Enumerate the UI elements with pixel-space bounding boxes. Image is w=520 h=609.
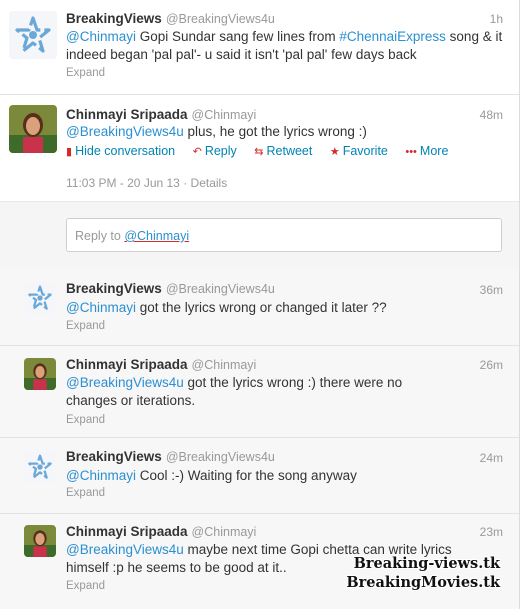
author-handle[interactable]: @Chinmayi: [192, 108, 257, 122]
mention-link[interactable]: @BreakingViews4u: [66, 124, 184, 139]
tweet-author[interactable]: BreakingViews @BreakingViews4u: [66, 449, 275, 464]
tweet-time[interactable]: 24m: [480, 451, 503, 465]
author-name[interactable]: BreakingViews: [66, 11, 162, 26]
mention-link[interactable]: @BreakingViews4u: [66, 542, 184, 557]
tweet-actions: ▮ Hide conversation ↶ Reply ⇆ Retweet ★ Favo…: [66, 144, 462, 158]
retweet-button[interactable]: ⇆ Retweet: [254, 144, 312, 158]
mention-link[interactable]: @Chinmayi: [66, 300, 136, 315]
tweet-author[interactable]: BreakingViews @BreakingViews4u: [66, 11, 275, 26]
expand-link[interactable]: Expand: [66, 67, 105, 79]
tweet-author[interactable]: Chinmayi Sripaada @Chinmayi: [66, 107, 256, 122]
author-handle[interactable]: @BreakingViews4u: [166, 12, 275, 26]
hide-label: Hide conversation: [75, 144, 176, 158]
mention-link[interactable]: @Chinmayi: [66, 468, 136, 483]
tweet-time[interactable]: 23m: [480, 525, 503, 539]
reply-mention: @Chinmayi: [124, 229, 190, 243]
more-button[interactable]: ••• More: [405, 144, 448, 158]
author-handle[interactable]: @Chinmayi: [192, 358, 257, 372]
author-name[interactable]: BreakingViews: [66, 281, 162, 296]
tweet-author[interactable]: Chinmayi Sripaada @Chinmayi: [66, 524, 256, 539]
details-link[interactable]: Details: [191, 176, 228, 190]
tweet-2-expanded[interactable]: Chinmayi Sripaada @Chinmayi 48m @Breaking…: [0, 95, 519, 270]
author-handle[interactable]: @Chinmayi: [192, 525, 257, 539]
tweet-time[interactable]: 1h: [490, 12, 503, 26]
reply-label: Reply: [204, 144, 237, 158]
tweet-text-part: Cool :-) Waiting for the song anyway: [135, 468, 357, 483]
tweet-time[interactable]: 26m: [480, 358, 503, 372]
author-name[interactable]: Chinmayi Sripaada: [66, 107, 188, 122]
author-name[interactable]: BreakingViews: [66, 449, 162, 464]
tweet-text: @BreakingViews4u plus, he got the lyrics…: [66, 123, 506, 141]
reply-placeholder: Reply to: [75, 229, 121, 243]
retweet-label: Retweet: [266, 144, 313, 158]
tweet-5[interactable]: BreakingViews @BreakingViews4u 24m @Chinm…: [0, 438, 519, 514]
mention-link[interactable]: @Chinmayi: [66, 29, 136, 44]
tweet-datetime[interactable]: 11:03 PM - 20 Jun 13: [66, 176, 180, 190]
tweet-text: @Chinmayi Gopi Sundar sang few lines fro…: [66, 28, 506, 64]
mention-link[interactable]: @BreakingViews4u: [66, 375, 184, 390]
reply-button[interactable]: ↶ Reply: [193, 144, 237, 158]
dots-icon: •••: [405, 146, 417, 158]
chinmayi-avatar[interactable]: [24, 525, 56, 557]
favorite-button[interactable]: ★ Favorite: [330, 144, 388, 158]
breakingviews-avatar[interactable]: [24, 451, 56, 483]
more-label: More: [419, 144, 449, 158]
separator: ·: [183, 176, 188, 190]
expand-link[interactable]: Expand: [66, 320, 105, 332]
tweet-text: @Chinmayi got the lyrics wrong or change…: [66, 299, 506, 317]
reply-arrow-icon: ↶: [192, 146, 202, 158]
profile-photo: [24, 358, 56, 390]
hashtag-link[interactable]: #ChennaiExpress: [339, 29, 446, 44]
tweet-author[interactable]: Chinmayi Sripaada @Chinmayi: [66, 357, 256, 372]
hide-conversation-button[interactable]: ▮ Hide conversation: [66, 144, 175, 158]
tweet-text: @BreakingViews4u got the lyrics wrong :)…: [66, 374, 426, 410]
profile-photo: [24, 525, 56, 557]
star-icon: ★: [329, 146, 340, 158]
chinmayi-avatar[interactable]: [9, 105, 57, 153]
tweet-1[interactable]: BreakingViews @BreakingViews4u 1h @Chinma…: [0, 0, 519, 95]
profile-photo: [9, 105, 57, 153]
author-name[interactable]: Chinmayi Sripaada: [66, 357, 188, 372]
speech-bubble-icon: ▮: [66, 146, 73, 158]
favorite-label: Favorite: [342, 144, 388, 158]
tweet-3[interactable]: BreakingViews @BreakingViews4u 36m @Chinm…: [0, 269, 519, 346]
breakingviews-avatar[interactable]: [24, 282, 56, 314]
expand-link[interactable]: Expand: [66, 414, 105, 426]
author-handle[interactable]: @BreakingViews4u: [166, 282, 275, 296]
tweet-text-part: Gopi Sundar sang few lines from: [135, 29, 340, 44]
star-logo-icon: [28, 285, 52, 310]
watermark-line-2: BreakingMovies.tk: [346, 574, 500, 591]
author-handle[interactable]: @BreakingViews4u: [166, 450, 275, 464]
breakingviews-avatar[interactable]: [9, 11, 57, 59]
reply-input[interactable]: Reply to @Chinmayi: [66, 218, 502, 252]
author-name[interactable]: Chinmayi Sripaada: [66, 524, 188, 539]
tweet-time[interactable]: 36m: [480, 283, 503, 297]
tweet-author[interactable]: BreakingViews @BreakingViews4u: [66, 281, 275, 296]
tweet-4[interactable]: Chinmayi Sripaada @Chinmayi 26m @Breaking…: [0, 346, 519, 438]
tweet-text: @Chinmayi Cool :-) Waiting for the song …: [66, 467, 506, 485]
tweet-meta: 11:03 PM - 20 Jun 13 · Details: [66, 176, 227, 190]
expand-link[interactable]: Expand: [66, 580, 105, 592]
tweet-text-part: plus, he got the lyrics wrong :): [183, 124, 367, 139]
star-logo-icon: [15, 16, 51, 53]
tweet-time[interactable]: 48m: [480, 108, 503, 122]
retweet-icon: ⇆: [254, 146, 264, 158]
expand-link[interactable]: Expand: [66, 487, 105, 499]
star-logo-icon: [28, 454, 52, 479]
tweet-text-part: got the lyrics wrong or changed it later…: [135, 300, 387, 315]
watermark-line-1: Breaking-views.tk: [353, 555, 500, 572]
chinmayi-avatar[interactable]: [24, 358, 56, 390]
